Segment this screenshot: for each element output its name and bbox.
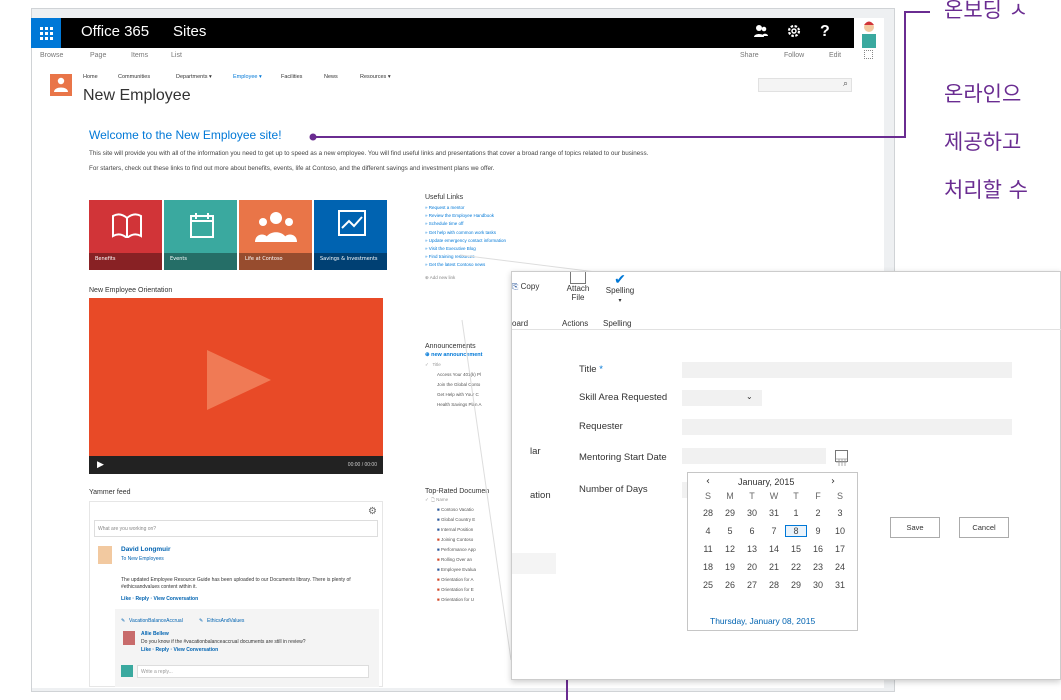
- cancel-button[interactable]: Cancel: [959, 517, 1009, 538]
- prev-month-button[interactable]: ‹: [706, 476, 710, 487]
- calendar-day[interactable]: 10: [830, 526, 850, 536]
- calendar-day[interactable]: 3: [830, 508, 850, 518]
- weekday-header: S: [836, 491, 843, 501]
- calendar-day[interactable]: 28: [698, 508, 718, 518]
- spelling-button[interactable]: ✔ Spelling ▾: [604, 272, 636, 304]
- chevron-down-icon: ▾: [618, 298, 622, 304]
- group-label: Spelling: [603, 319, 632, 328]
- calendar-day[interactable]: 1: [786, 508, 806, 518]
- weekday-header: T: [793, 491, 799, 501]
- title-input[interactable]: [682, 362, 1012, 378]
- calendar-day[interactable]: 9: [808, 526, 828, 536]
- next-month-button[interactable]: ›: [831, 476, 835, 487]
- annotation-text: 온라인으: [944, 82, 1022, 106]
- calendar-day[interactable]: 29: [720, 508, 740, 518]
- calendar-day[interactable]: 11: [698, 544, 718, 554]
- zoomed-form-callout: ⎘ Copy Attach File ✔ Spelling ▾ oard Actio…: [511, 271, 1061, 680]
- attach-icon: [570, 272, 586, 284]
- skill-select[interactable]: ⌄: [682, 390, 762, 406]
- chevron-down-icon: ⌄: [746, 392, 753, 401]
- days-label: Number of Days: [579, 484, 648, 495]
- today-link[interactable]: Thursday, January 08, 2015: [710, 616, 815, 626]
- calendar-day[interactable]: 12: [720, 544, 740, 554]
- calendar-day[interactable]: 4: [698, 526, 718, 536]
- group-label: Actions: [562, 319, 589, 328]
- copy-button[interactable]: ⎘ Copy: [512, 282, 539, 292]
- calendar-day[interactable]: 31: [764, 508, 784, 518]
- calendar-day[interactable]: 27: [742, 580, 762, 590]
- calendar-day[interactable]: 16: [808, 544, 828, 554]
- side-field: [512, 553, 556, 574]
- calendar-day[interactable]: 5: [720, 526, 740, 536]
- calendar-day[interactable]: 25: [698, 580, 718, 590]
- checkmark-icon: ✔: [614, 271, 626, 287]
- calendar-day[interactable]: 31: [830, 580, 850, 590]
- side-label: lar: [530, 446, 541, 457]
- calendar-day[interactable]: 20: [742, 562, 762, 572]
- annotation-text: 온보딩 ㅅ: [944, 0, 1028, 22]
- calendar-day[interactable]: 7: [764, 526, 784, 536]
- calendar-picker-icon[interactable]: [835, 450, 848, 466]
- copy-icon: ⎘: [512, 282, 519, 291]
- group-label: oard: [512, 319, 529, 328]
- calendar-day[interactable]: 22: [786, 562, 806, 572]
- annotation-text: 제공하고: [944, 130, 1022, 154]
- weekday-header: F: [815, 491, 821, 501]
- calendar-day[interactable]: 13: [742, 544, 762, 554]
- calendar-day[interactable]: 14: [764, 544, 784, 554]
- calendar-day[interactable]: 8: [785, 525, 807, 537]
- date-picker: ‹ January, 2015 › S M T W T F S 28 29 30 31 1 2 3 4 5 6 7…: [687, 472, 858, 631]
- calendar-day[interactable]: 21: [764, 562, 784, 572]
- title-label: Title *: [579, 364, 603, 375]
- start-date-label: Mentoring Start Date: [579, 452, 667, 463]
- start-date-input[interactable]: [682, 448, 826, 464]
- weekday-header: M: [726, 491, 734, 501]
- form-ribbon: ⎘ Copy Attach File ✔ Spelling ▾ oard Actio…: [512, 272, 1061, 330]
- calendar-day[interactable]: 28: [764, 580, 784, 590]
- side-label: ation: [530, 490, 551, 501]
- skill-label: Skill Area Requested: [579, 392, 668, 403]
- calendar-day[interactable]: 2: [808, 508, 828, 518]
- weekday-header: S: [704, 491, 711, 501]
- calendar-day[interactable]: 19: [720, 562, 740, 572]
- attach-file-button[interactable]: Attach File: [562, 272, 594, 302]
- annotation-text: 처리할 수: [944, 178, 1028, 202]
- requester-input[interactable]: [682, 419, 1012, 435]
- weekday-header: W: [769, 491, 779, 501]
- calendar-day[interactable]: 30: [808, 580, 828, 590]
- calendar-day[interactable]: 18: [698, 562, 718, 572]
- calendar-day[interactable]: 17: [830, 544, 850, 554]
- calendar-day[interactable]: 15: [786, 544, 806, 554]
- calendar-day[interactable]: 23: [808, 562, 828, 572]
- calendar-month: January, 2015: [738, 477, 795, 487]
- calendar-day[interactable]: 24: [830, 562, 850, 572]
- calendar-day[interactable]: 30: [742, 508, 762, 518]
- save-button[interactable]: Save: [890, 517, 940, 538]
- requester-label: Requester: [579, 421, 623, 432]
- calendar-day[interactable]: 26: [720, 580, 740, 590]
- calendar-day[interactable]: 6: [742, 526, 762, 536]
- calendar-day[interactable]: 29: [786, 580, 806, 590]
- weekday-header: T: [749, 491, 755, 501]
